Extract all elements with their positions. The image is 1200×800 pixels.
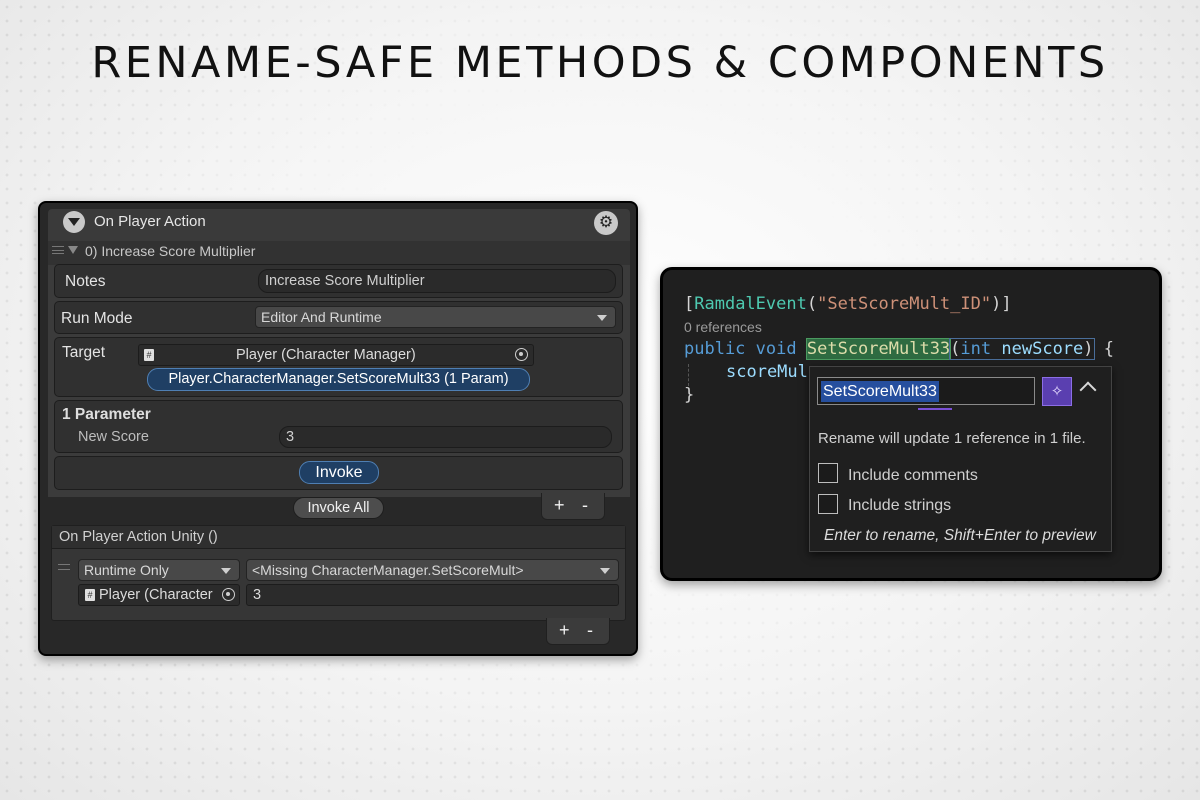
drag-handle-icon[interactable] xyxy=(52,246,64,254)
run-mode-dropdown[interactable]: Editor And Runtime xyxy=(255,306,616,328)
entry-label: 0) Increase Score Multiplier xyxy=(85,243,256,259)
rename-input-value[interactable]: SetScoreMult33 xyxy=(821,381,939,402)
rename-progress-underline xyxy=(918,408,952,410)
method-signature-line: public void SetScoreMult33(int newScore)… xyxy=(684,338,1115,360)
new-score-field[interactable]: 3 xyxy=(279,426,612,448)
target-method-selector[interactable]: Player.CharacterManager.SetScoreMult33 (… xyxy=(147,368,530,391)
drag-handle-icon[interactable] xyxy=(58,564,70,570)
foldout-triangle-down-icon[interactable] xyxy=(63,211,85,233)
chevron-down-icon xyxy=(600,568,610,574)
page-headline: RENAME-SAFE METHODS & COMPONENTS xyxy=(91,38,1109,88)
entry-foldout-icon[interactable] xyxy=(68,246,78,254)
inspector-title: On Player Action xyxy=(94,213,206,230)
gear-icon[interactable]: ⚙ xyxy=(594,211,618,235)
remove-entry-button[interactable]: - xyxy=(582,495,588,516)
event-object-name: Player (Character xyxy=(99,587,213,603)
target-object-field[interactable]: # Player (Character Manager) xyxy=(138,344,534,366)
target-label: Target xyxy=(62,344,106,361)
body-line: scoreMul xyxy=(726,362,808,382)
script-icon: # xyxy=(85,589,95,601)
attribute-string: "SetScoreMult_ID" xyxy=(817,294,992,314)
notes-label: Notes xyxy=(65,273,106,290)
rename-info: Rename will update 1 reference in 1 file… xyxy=(818,430,1086,447)
attribute-name: RamdalEvent xyxy=(694,294,807,314)
chevron-down-icon xyxy=(597,315,607,321)
event-add-remove: + - xyxy=(546,618,610,645)
runtime-mode-value: Runtime Only xyxy=(84,562,169,578)
indent-guide xyxy=(688,364,689,386)
function-dropdown[interactable]: <Missing CharacterManager.SetScoreMult> xyxy=(246,559,619,581)
sparkle-icon[interactable]: ✧ xyxy=(1042,377,1072,406)
object-picker-icon[interactable] xyxy=(222,588,235,601)
event-argument-field[interactable]: 3 xyxy=(246,584,619,606)
references-codelens[interactable]: 0 references xyxy=(684,319,762,335)
method-name-highlight[interactable]: SetScoreMult33 xyxy=(805,338,952,360)
run-mode-value: Editor And Runtime xyxy=(261,309,382,325)
event-object-field[interactable]: # Player (Character xyxy=(78,584,240,606)
include-strings-checkbox[interactable] xyxy=(818,494,838,514)
chevron-down-icon xyxy=(221,568,231,574)
closing-brace: } xyxy=(684,385,695,405)
include-comments-label[interactable]: Include comments xyxy=(848,467,978,485)
unity-event-title: On Player Action Unity () xyxy=(59,529,218,545)
include-strings-label[interactable]: Include strings xyxy=(848,497,951,515)
parameters-heading: 1 Parameter xyxy=(62,406,151,423)
run-mode-label: Run Mode xyxy=(61,310,133,327)
runtime-mode-dropdown[interactable]: Runtime Only xyxy=(78,559,240,581)
param-name: newScore xyxy=(1001,339,1084,359)
notes-field[interactable]: Increase Score Multiplier xyxy=(258,269,616,293)
add-entry-button[interactable]: + xyxy=(554,495,565,516)
target-object-name: Player (Character Manager) xyxy=(236,347,416,363)
invoke-all-button[interactable]: Invoke All xyxy=(293,497,384,519)
object-picker-icon[interactable] xyxy=(515,348,528,361)
rename-hint: Enter to rename, Shift+Enter to preview xyxy=(824,527,1096,544)
invoke-button[interactable]: Invoke xyxy=(299,461,379,484)
function-value: <Missing CharacterManager.SetScoreMult> xyxy=(252,562,524,578)
script-icon: # xyxy=(144,349,154,361)
entry-add-remove: + - xyxy=(541,493,605,520)
add-listener-button[interactable]: + xyxy=(559,620,570,641)
include-comments-checkbox[interactable] xyxy=(818,463,838,483)
remove-listener-button[interactable]: - xyxy=(587,620,593,641)
param-name-label: New Score xyxy=(78,429,149,445)
attribute-line: [RamdalEvent("SetScoreMult_ID")] xyxy=(684,294,1012,314)
